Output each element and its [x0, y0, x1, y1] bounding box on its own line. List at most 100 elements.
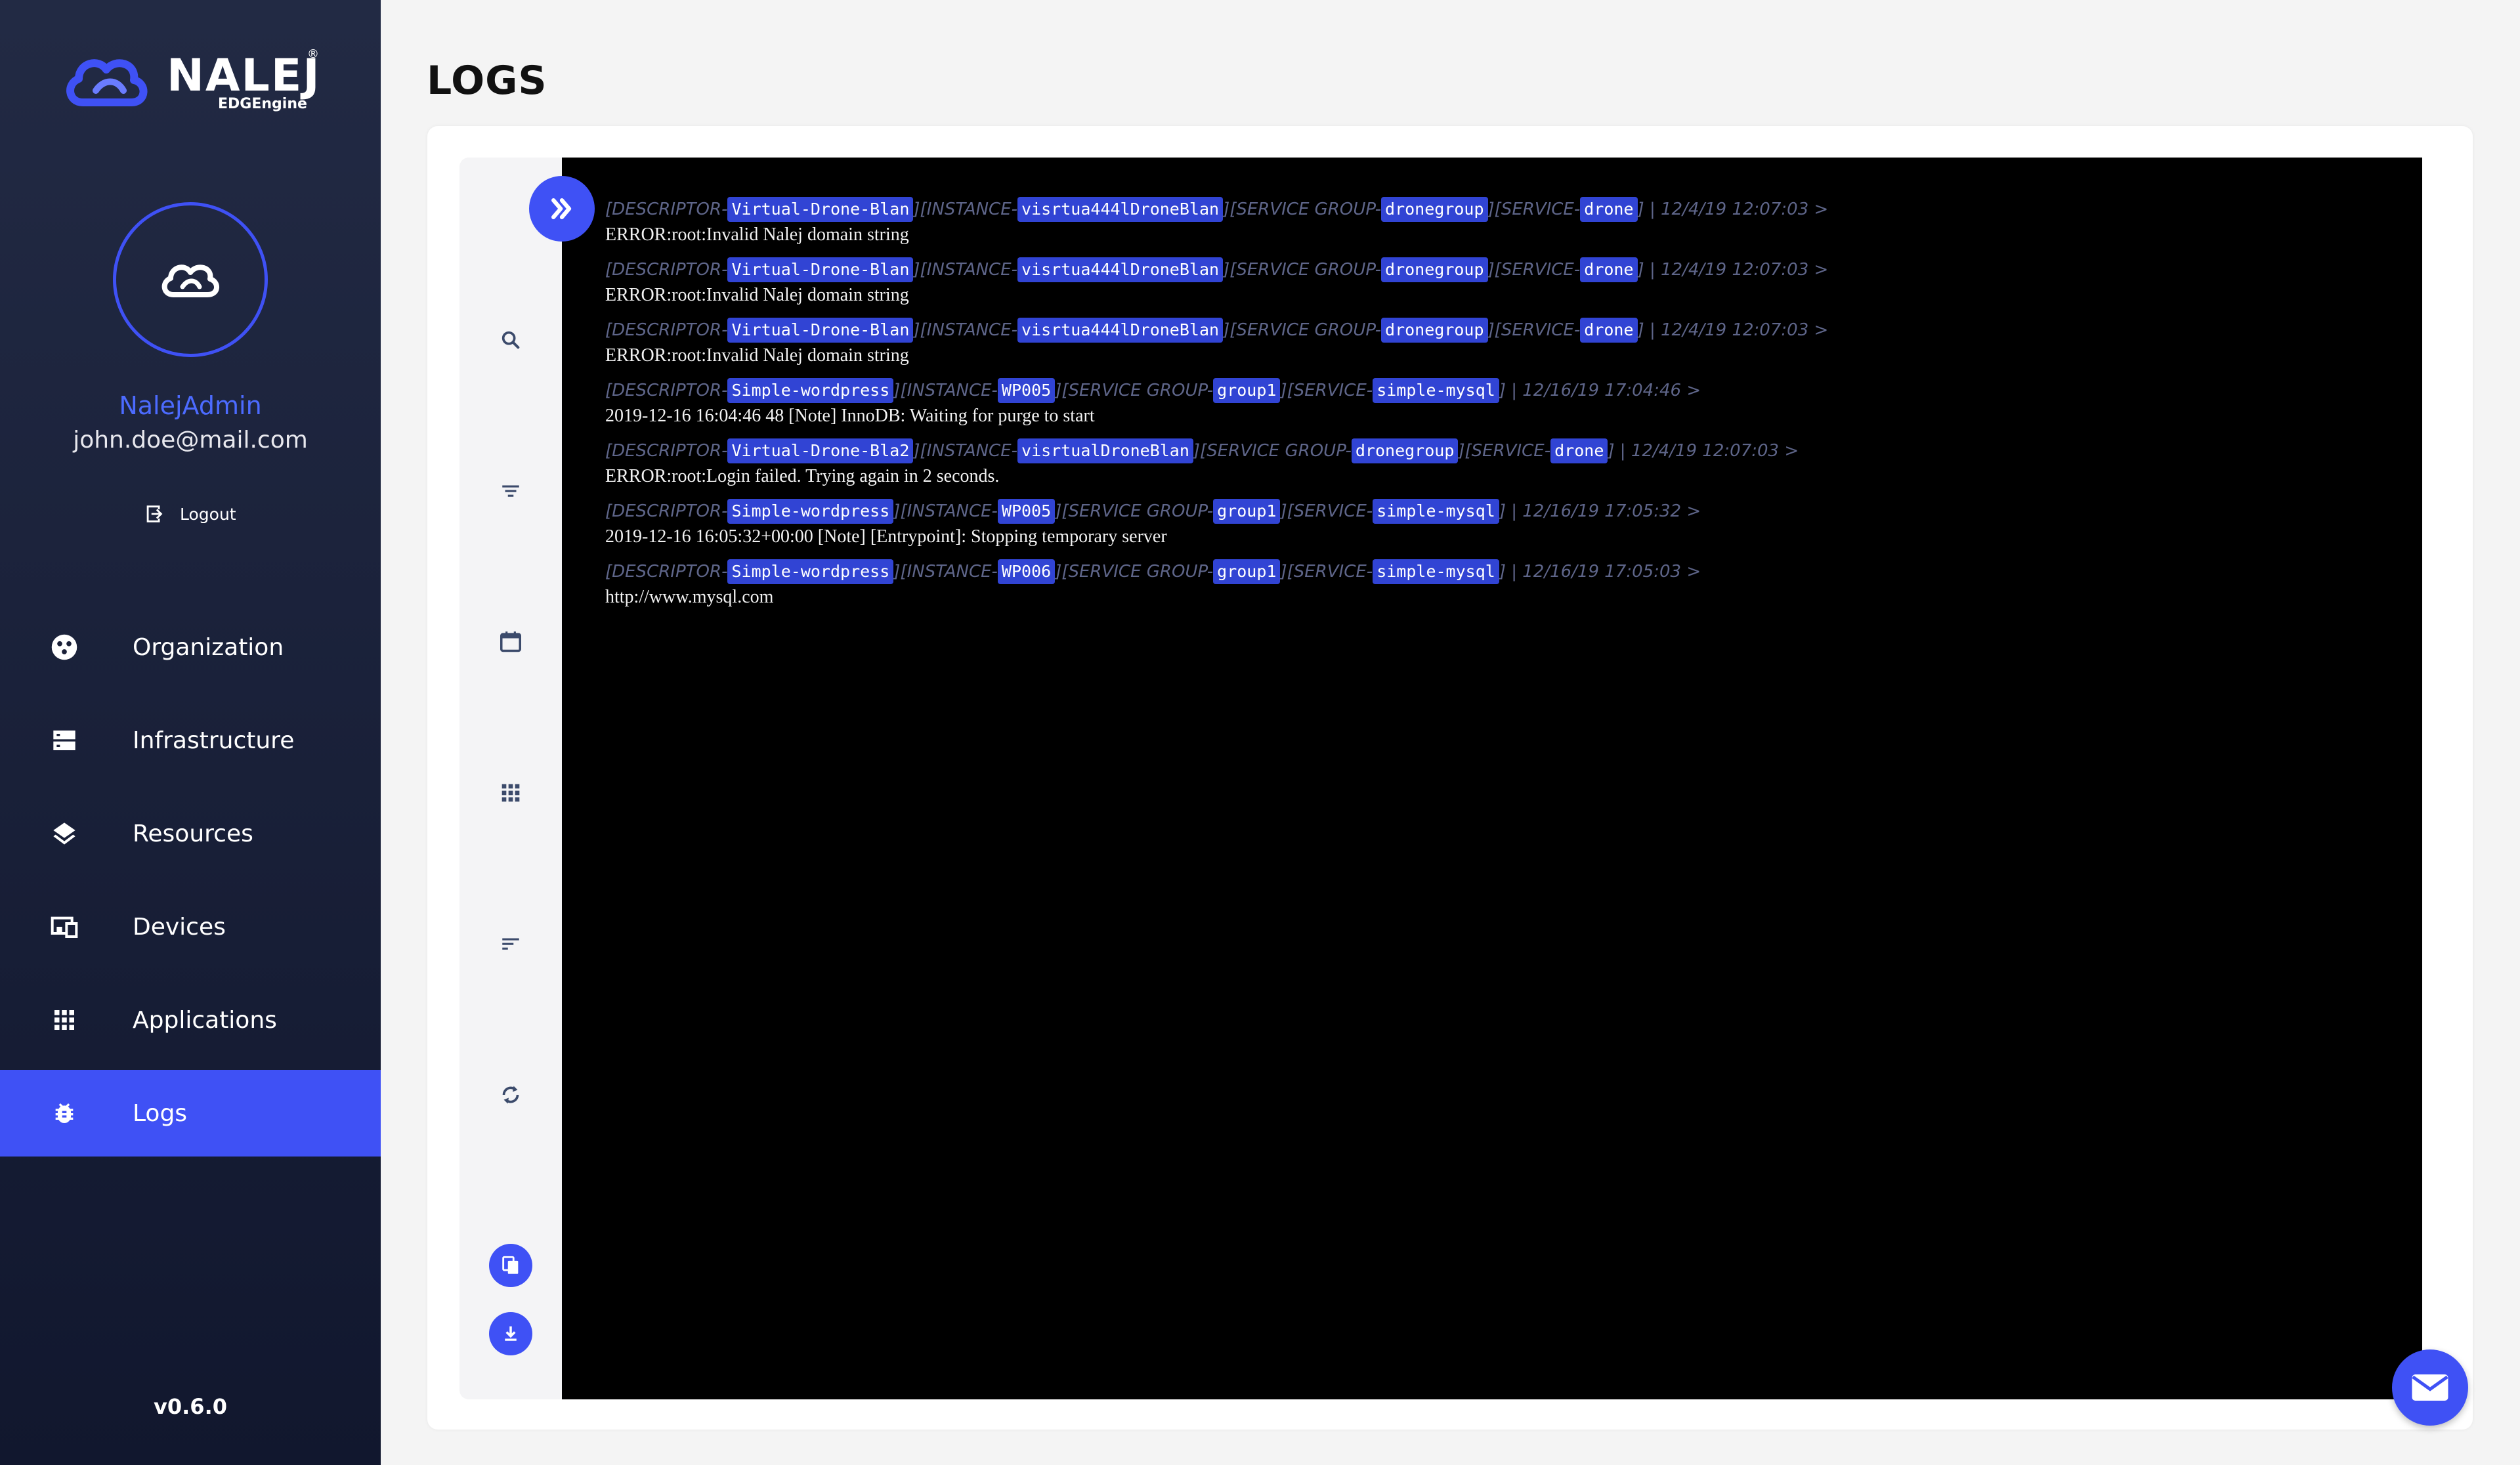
- logout-button[interactable]: Logout: [143, 503, 236, 525]
- log-separator: ] |: [1499, 381, 1523, 400]
- log-descriptor-chip[interactable]: Virtual-Drone-Blan: [727, 318, 914, 343]
- download-button[interactable]: [489, 1312, 532, 1355]
- log-separator: ][: [1458, 441, 1472, 461]
- log-instance-chip[interactable]: WP005: [997, 499, 1056, 524]
- avatar[interactable]: [113, 202, 268, 357]
- log-separator: -: [991, 381, 998, 400]
- log-descriptor-chip[interactable]: Simple-wordpress: [727, 378, 894, 403]
- log-instance-label: INSTANCE: [907, 381, 992, 400]
- brand-subtitle: EDGEngine: [218, 96, 307, 112]
- sidebar-item-label: Devices: [133, 913, 226, 941]
- log-separator: ][: [893, 501, 907, 521]
- sort-icon: [502, 938, 519, 950]
- log-separator: -: [721, 381, 728, 400]
- log-descriptor-chip[interactable]: Virtual-Drone-Bla2: [727, 438, 914, 463]
- log-separator: -: [1345, 441, 1352, 461]
- brand-logo[interactable]: NALEJ ® EDGEngine: [63, 46, 326, 118]
- sidebar-item-infrastructure[interactable]: Infrastructure: [0, 697, 381, 784]
- log-message: ERROR:root:Invalid Nalej domain string: [605, 285, 909, 305]
- search-icon: [502, 331, 520, 349]
- log-service-label: SERVICE: [1293, 381, 1367, 400]
- sidebar-item-devices[interactable]: Devices: [0, 883, 381, 970]
- group-by-button[interactable]: [492, 775, 529, 811]
- log-timestamp: 12/4/19 12:07:03 >: [1631, 441, 1799, 461]
- log-separator: ] |: [1637, 200, 1661, 219]
- log-instance-chip[interactable]: WP005: [997, 378, 1056, 403]
- sort-button[interactable]: [492, 925, 529, 962]
- search-button[interactable]: [492, 322, 529, 358]
- log-descriptor-chip[interactable]: Simple-wordpress: [727, 499, 894, 524]
- log-entry: [DESCRIPTOR- Simple-wordpress][INSTANCE- W…: [605, 496, 2404, 557]
- filter-icon: [502, 485, 519, 497]
- log-service-group-chip[interactable]: dronegroup: [1351, 438, 1459, 463]
- log-entry: [DESCRIPTOR- Simple-wordpress][INSTANCE- W…: [605, 557, 2404, 617]
- log-separator: ][: [893, 562, 907, 582]
- log-descriptor-chip[interactable]: Simple-wordpress: [727, 559, 894, 584]
- log-separator: -: [721, 501, 728, 521]
- log-timestamp: 12/4/19 12:07:03 >: [1660, 260, 1829, 280]
- log-separator: ][: [1223, 320, 1237, 340]
- date-range-button[interactable]: [492, 624, 529, 660]
- log-separator: -: [1366, 562, 1373, 582]
- log-service-label: SERVICE: [1293, 501, 1367, 521]
- log-separator: -: [1375, 200, 1382, 219]
- log-separator: ][: [1280, 562, 1294, 582]
- log-service-chip[interactable]: simple-mysql: [1373, 378, 1499, 403]
- log-separator: ][: [1055, 381, 1069, 400]
- log-instance-chip[interactable]: visrtua444lDroneBlan: [1017, 257, 1224, 282]
- log-service-chip[interactable]: simple-mysql: [1373, 499, 1499, 524]
- log-instance-label: INSTANCE: [926, 441, 1012, 461]
- user-name: NalejAdmin: [119, 391, 262, 420]
- expand-button[interactable]: [529, 176, 595, 242]
- log-instance-chip[interactable]: WP006: [997, 559, 1056, 584]
- log-separator: ][: [1055, 501, 1069, 521]
- log-service-chip[interactable]: simple-mysql: [1373, 559, 1499, 584]
- log-separator: -: [1366, 381, 1373, 400]
- log-separator: -: [1011, 320, 1018, 340]
- refresh-button[interactable]: [492, 1076, 529, 1113]
- log-separator: -: [1573, 320, 1581, 340]
- log-service-group-label: SERVICE GROUP: [1068, 381, 1207, 400]
- server-icon: [50, 726, 79, 755]
- app-version: v0.6.0: [154, 1394, 227, 1419]
- log-entry-meta: [DESCRIPTOR- Simple-wordpress][INSTANCE- W…: [605, 375, 2404, 406]
- log-service-chip[interactable]: drone: [1550, 438, 1608, 463]
- log-separator: -: [1207, 501, 1214, 521]
- grid-icon: [502, 784, 520, 802]
- log-instance-label: INSTANCE: [907, 501, 992, 521]
- log-service-group-chip[interactable]: group1: [1213, 499, 1281, 524]
- sidebar-item-applications[interactable]: Applications: [0, 977, 381, 1063]
- log-service-group-chip[interactable]: group1: [1213, 378, 1281, 403]
- log-service-group-chip[interactable]: dronegroup: [1381, 318, 1488, 343]
- log-service-group-chip[interactable]: group1: [1213, 559, 1281, 584]
- sidebar: NALEJ ® EDGEngine NalejAdmin john.doe@ma…: [0, 0, 381, 1465]
- log-descriptor-chip[interactable]: Virtual-Drone-Blan: [727, 257, 914, 282]
- log-separator: -: [721, 260, 728, 280]
- log-service-chip[interactable]: drone: [1580, 318, 1638, 343]
- sidebar-item-resources[interactable]: Resources: [0, 790, 381, 877]
- log-instance-label: INSTANCE: [907, 562, 992, 582]
- log-service-chip[interactable]: drone: [1580, 257, 1638, 282]
- log-service-chip[interactable]: drone: [1580, 197, 1638, 222]
- copy-button[interactable]: [489, 1244, 532, 1287]
- log-entry-meta: [DESCRIPTOR- Virtual-Drone-Blan][INSTANCE…: [605, 315, 2404, 345]
- log-separator: -: [1573, 260, 1581, 280]
- logout-label: Logout: [180, 504, 236, 524]
- contact-button[interactable]: [2392, 1349, 2468, 1426]
- log-separator: ][: [1280, 381, 1294, 400]
- log-instance-chip[interactable]: visrtua444lDroneBlan: [1017, 318, 1224, 343]
- log-descriptor-chip[interactable]: Virtual-Drone-Blan: [727, 197, 914, 222]
- log-instance-chip[interactable]: visrtua444lDroneBlan: [1017, 197, 1224, 222]
- filter-button[interactable]: [492, 473, 529, 509]
- log-terminal[interactable]: [DESCRIPTOR- Virtual-Drone-Blan][INSTANCE…: [562, 158, 2422, 1399]
- devices-icon: [50, 912, 79, 941]
- sidebar-item-organization[interactable]: Organization: [0, 604, 381, 690]
- sidebar-item-logs[interactable]: Logs: [0, 1070, 381, 1157]
- log-timestamp: 12/4/19 12:07:03 >: [1660, 200, 1829, 219]
- log-instance-label: INSTANCE: [926, 320, 1012, 340]
- log-service-group-chip[interactable]: dronegroup: [1381, 197, 1488, 222]
- log-service-group-label: SERVICE GROUP: [1236, 260, 1375, 280]
- sidebar-item-label: Organization: [133, 633, 284, 661]
- log-service-group-chip[interactable]: dronegroup: [1381, 257, 1488, 282]
- log-instance-chip[interactable]: visrtualDroneBlan: [1017, 438, 1193, 463]
